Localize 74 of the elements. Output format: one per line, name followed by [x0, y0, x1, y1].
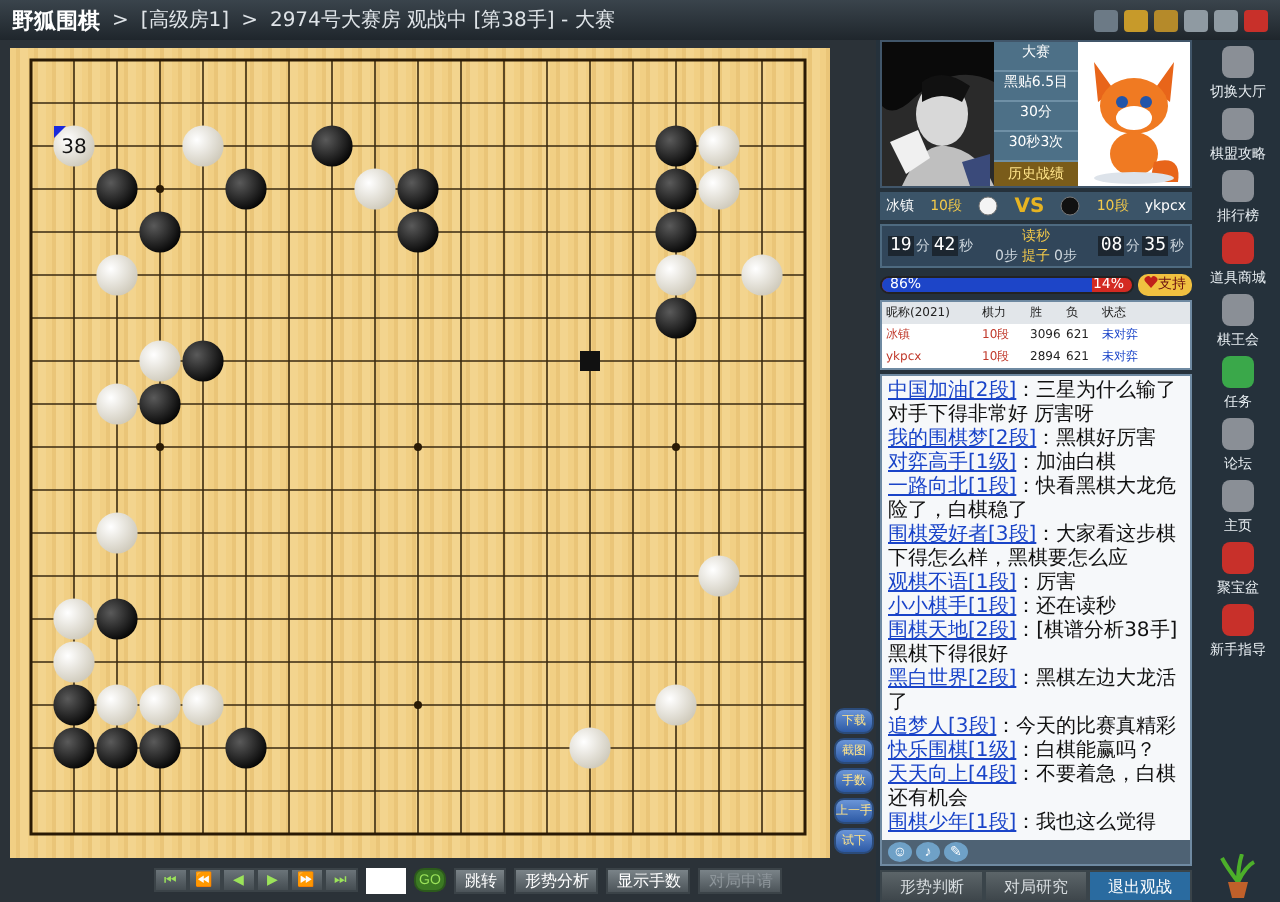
- go-stone: [655, 211, 697, 253]
- toolbar-button[interactable]: 显示手数: [606, 867, 691, 893]
- vs-label: VS: [1014, 195, 1045, 217]
- go-stone: [655, 168, 697, 210]
- go-stone: [53, 684, 95, 726]
- breadcrumb-item: [高级房1]: [140, 7, 230, 34]
- go-stone: [139, 211, 181, 253]
- go-stone: [397, 168, 439, 210]
- tab[interactable]: 形势判断: [880, 870, 984, 902]
- go-stone: [741, 254, 783, 296]
- chat-message: 快乐围棋[1级]：白棋能赢吗？: [888, 740, 1159, 763]
- go-stone: [698, 168, 740, 210]
- go-stone: [139, 727, 181, 769]
- go-stone: [139, 383, 181, 425]
- toolbar-button[interactable]: 形势分析: [514, 867, 599, 893]
- toolbar-button[interactable]: 跳转: [454, 867, 507, 893]
- chat-message: 小小棋手[1段]：还在读秒: [888, 596, 1119, 619]
- go-stone: [96, 254, 138, 296]
- go-stone: [182, 340, 224, 382]
- go-stone: [655, 684, 697, 726]
- tab[interactable]: 对局研究: [984, 870, 1088, 902]
- seconds-value: 42: [931, 236, 958, 256]
- plant-icon: [1218, 854, 1258, 898]
- chat-message: 围棋天地[2段]：[棋谱分析38手]黑棋下得很好: [888, 620, 1180, 667]
- go-stone: [139, 684, 181, 726]
- go-stone: [96, 598, 138, 640]
- go-stone: [96, 168, 138, 210]
- chat-message: 围棋少年[1段]：我也这么觉得: [888, 812, 1159, 836]
- fox-avatar-drawing: [1078, 42, 1190, 186]
- go-stone: 38: [53, 125, 95, 167]
- go-stone: [569, 727, 611, 769]
- go-stone: [397, 211, 439, 253]
- chat-message: 黑白世界[2段]：黑棋左边大龙活了: [888, 668, 1179, 715]
- minutes-value: 19: [888, 236, 914, 256]
- go-stone: [53, 641, 95, 683]
- app-name: 野狐围棋: [12, 5, 100, 35]
- square-marker: [580, 351, 600, 371]
- minutes-value: 08: [1098, 236, 1125, 256]
- go-stone: [96, 383, 138, 425]
- go-stone: [53, 727, 95, 769]
- go-stone: [225, 727, 267, 769]
- go-stone: [698, 125, 740, 167]
- go-stone: [96, 512, 138, 554]
- go-stone: [182, 684, 224, 726]
- chat-message: 中国加油[2段]：三星为什么输了: [888, 380, 1179, 403]
- chat-message: 一路向北[1段]：快看黑棋大龙危险了，白棋稳了: [888, 476, 1179, 523]
- go-stone: [96, 684, 138, 726]
- go-stone: [655, 125, 697, 167]
- chat-message: 观棋不语[1段]：厉害: [888, 572, 1079, 595]
- tab[interactable]: 退出观战: [1088, 870, 1192, 902]
- breadcrumb-item: 2974号大赛房 观战中 [第38手] - 大赛: [269, 7, 615, 34]
- chat-message: 追梦人[3段]：今天的比赛真精彩: [888, 716, 1179, 739]
- chat-message: 围棋爱好者[3段]：大家看这步棋下得怎么样，黑棋要怎么应: [888, 524, 1179, 571]
- go-stone: [354, 168, 396, 210]
- stone-icon: [978, 196, 999, 216]
- breadcrumb-separator: >: [241, 9, 258, 31]
- breadcrumb-separator: >: [112, 9, 129, 31]
- go-stone: [698, 555, 740, 597]
- chat-message: 天天向上[4段]：不要着急，白棋还有机会: [888, 764, 1179, 811]
- go-stone: [311, 125, 353, 167]
- chat-message: 我的围棋梦[2段]：黑棋好厉害: [888, 428, 1159, 451]
- stone-icon: [1060, 196, 1081, 216]
- go-stone: [655, 254, 697, 296]
- chat-message: 对手下得非常好 厉害呀: [888, 404, 1097, 427]
- go-stone: [53, 598, 95, 640]
- go-stone: [182, 125, 224, 167]
- move-number-field[interactable]: [365, 867, 406, 893]
- seconds-value: 35: [1142, 236, 1168, 256]
- chat-message: 对弈高手[1级]：加油白棋: [888, 452, 1119, 475]
- go-stone: [139, 340, 181, 382]
- go-stone: [96, 727, 138, 769]
- heart-icon: [1144, 276, 1158, 288]
- go-stone: [225, 168, 267, 210]
- go-stone: [655, 297, 697, 339]
